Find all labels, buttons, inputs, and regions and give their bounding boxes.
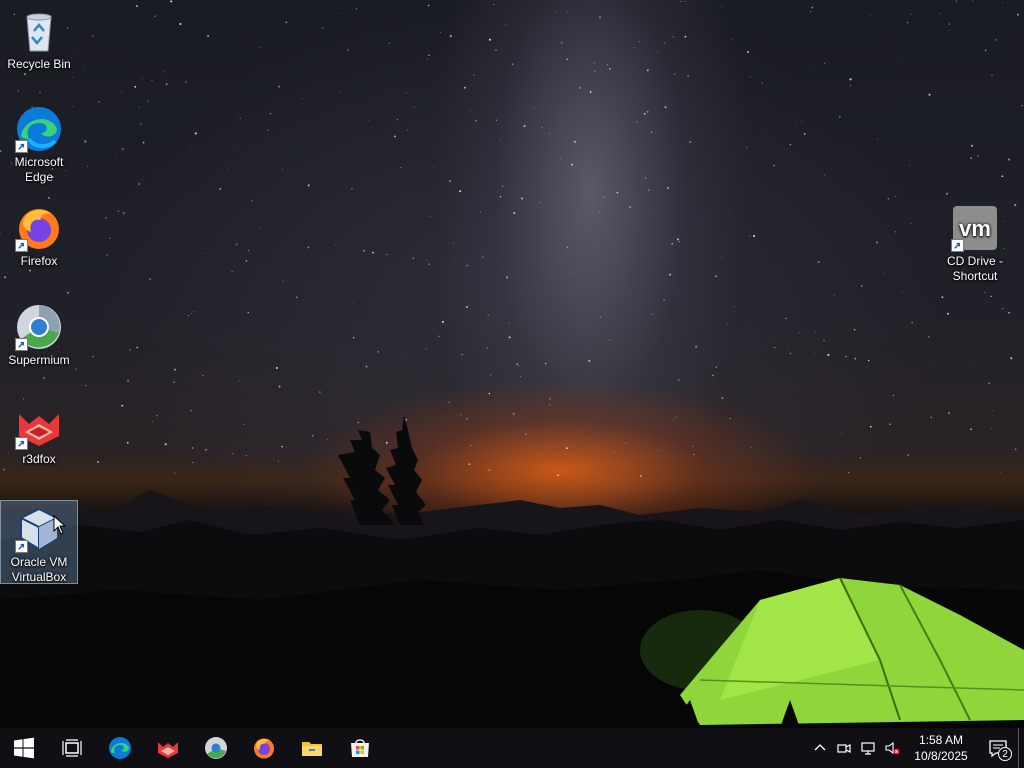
notification-count-badge: 2 [998, 747, 1012, 761]
edge-icon [109, 737, 131, 759]
clock-button[interactable]: 1:58 AM 10/8/2025 [904, 732, 978, 764]
firefox-icon [254, 738, 274, 759]
desktop-icon-microsoft-edge[interactable]: Microsoft Edge [1, 101, 77, 189]
task-view-icon [62, 739, 82, 757]
clock-time: 1:58 AM [918, 733, 964, 747]
store-icon [351, 739, 369, 757]
shortcut-arrow-icon [15, 540, 28, 553]
shortcut-arrow-icon [951, 239, 964, 252]
shortcut-arrow-icon [15, 338, 28, 351]
r3dfox-icon [158, 742, 178, 758]
mouse-cursor-icon [53, 515, 67, 535]
taskbar-edge-button[interactable] [96, 728, 144, 768]
show-desktop-button[interactable] [1018, 728, 1024, 768]
clock-date: 10/8/2025 [914, 749, 968, 763]
wallpaper-landscape [0, 415, 1024, 728]
taskbar-store-button[interactable] [336, 728, 384, 768]
show-hidden-icons-button[interactable] [808, 728, 832, 768]
supermium-icon [15, 303, 63, 351]
desktop-icon-cd-drive-shortcut[interactable]: vm CD Drive - Shortcut [937, 200, 1013, 288]
taskbar-file-explorer-button[interactable] [288, 728, 336, 768]
volume-button[interactable] [880, 728, 904, 768]
firefox-icon [15, 204, 63, 252]
svg-text:vm: vm [959, 216, 991, 241]
network-icon [861, 742, 875, 755]
chevron-up-icon [814, 744, 826, 751]
desktop-icon-oracle-vm-virtualbox[interactable]: Oracle VM VirtualBox [0, 500, 78, 584]
taskbar-r3dfox-button[interactable] [144, 728, 192, 768]
desktop-icon-label: Supermium [8, 353, 70, 367]
desktop-wallpaper [0, 0, 1024, 728]
windows-logo-icon [14, 737, 34, 759]
r3dfox-icon [15, 402, 63, 450]
vmware-cd-icon: vm [951, 204, 999, 252]
system-tray: 1:58 AM 10/8/2025 2 [808, 728, 1024, 768]
desktop-icon-label: Oracle VM VirtualBox [10, 555, 68, 584]
desktop-icon-r3dfox[interactable]: r3dfox [1, 398, 77, 470]
shortcut-arrow-icon [15, 239, 28, 252]
desktop-icon-label: r3dfox [22, 452, 56, 466]
taskbar-supermium-button[interactable] [192, 728, 240, 768]
supermium-icon [205, 737, 227, 759]
desktop-icon-recycle-bin[interactable]: Recycle Bin [1, 3, 77, 75]
desktop-icon-label: Recycle Bin [7, 57, 71, 71]
shortcut-arrow-icon [15, 437, 28, 450]
meet-now-icon [837, 744, 851, 753]
taskbar-firefox-button[interactable] [240, 728, 288, 768]
desktop-icon-firefox[interactable]: Firefox [1, 200, 77, 272]
edge-icon [15, 105, 63, 153]
folder-icon [302, 742, 322, 756]
desktop-icon-label: Microsoft Edge [14, 155, 64, 184]
action-center-button[interactable]: 2 [978, 728, 1018, 768]
task-view-button[interactable] [48, 728, 96, 768]
shortcut-arrow-icon [15, 140, 28, 153]
taskbar: 1:58 AM 10/8/2025 2 [0, 728, 1024, 768]
desktop-icon-label: CD Drive - Shortcut [947, 254, 1003, 283]
desktop-icon-supermium[interactable]: Supermium [1, 299, 77, 371]
volume-muted-icon [885, 741, 900, 755]
desktop-icon-label: Firefox [20, 254, 58, 268]
recycle-bin-icon [15, 7, 63, 55]
network-button[interactable] [856, 728, 880, 768]
meet-now-button[interactable] [832, 728, 856, 768]
start-button[interactable] [0, 728, 48, 768]
